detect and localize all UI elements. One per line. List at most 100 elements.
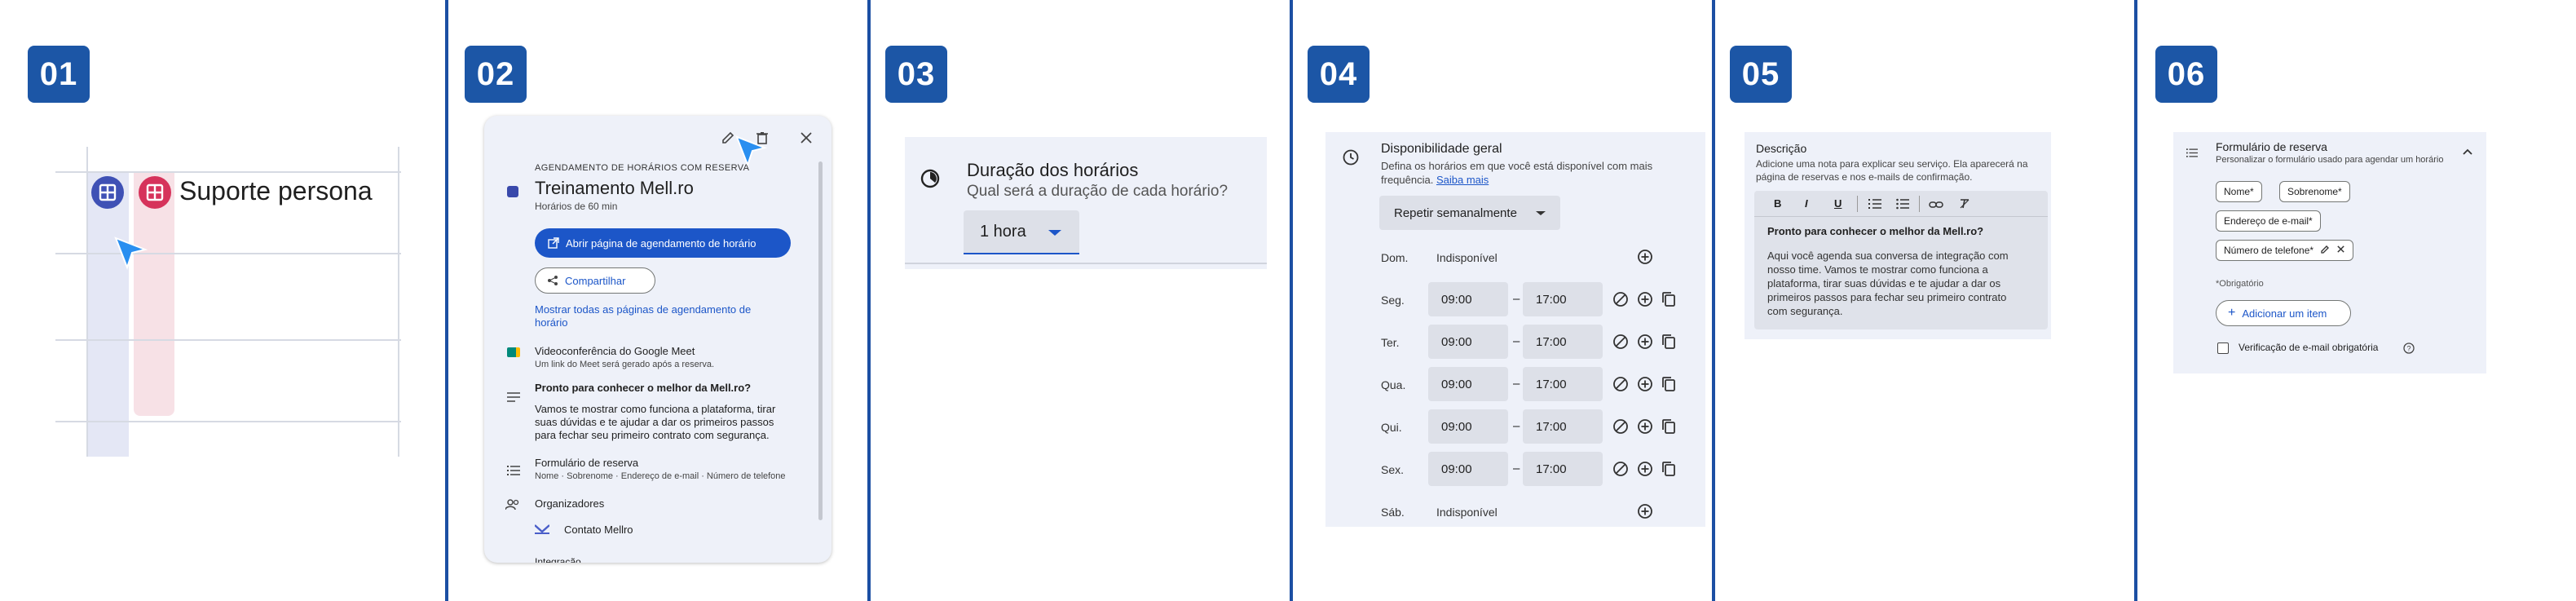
- day-label: Ter.: [1381, 336, 1400, 349]
- chip-label: Número de telefone*: [2224, 245, 2314, 256]
- verify-email-checkbox[interactable]: [2217, 342, 2229, 354]
- description-section: Descrição Adicione uma nota para explica…: [1745, 132, 2051, 339]
- form-field-chip[interactable]: Sobrenome*: [2279, 181, 2350, 202]
- start-time-input[interactable]: 09:00: [1428, 409, 1508, 444]
- copy-icon[interactable]: [1661, 418, 1676, 439]
- add-time-icon[interactable]: [1637, 291, 1653, 312]
- day-label: Sex.: [1381, 463, 1405, 476]
- italic-button[interactable]: I: [1805, 197, 1808, 210]
- repeat-select-value: Repetir semanalmente: [1394, 205, 1517, 220]
- time-range-dash: –: [1513, 462, 1520, 475]
- description-editor[interactable]: B I U Pronto para conhecer o melhor da M…: [1754, 191, 2048, 329]
- learn-more-link[interactable]: Saiba mais: [1436, 174, 1489, 186]
- edit-icon[interactable]: [2320, 245, 2330, 257]
- add-time-icon[interactable]: [1637, 376, 1653, 396]
- start-time-input[interactable]: 09:00: [1428, 325, 1508, 359]
- duration-icon: [920, 168, 941, 193]
- add-time-icon[interactable]: [1637, 461, 1653, 481]
- start-time-input[interactable]: 09:00: [1428, 452, 1508, 486]
- end-time-input[interactable]: 17:00: [1523, 452, 1603, 486]
- share-button[interactable]: Compartilhar: [535, 267, 655, 294]
- day-row: Seg. 09:00–17:00: [1325, 282, 1705, 318]
- numbered-list-icon[interactable]: [1868, 198, 1881, 214]
- share-label: Compartilhar: [565, 274, 626, 287]
- day-row: Ter. 09:00–17:00: [1325, 325, 1705, 360]
- show-all-pages-link-cont[interactable]: horário: [535, 316, 567, 329]
- day-row: Sáb. Indisponível: [1325, 494, 1705, 527]
- booking-form-section: Formulário de reserva Personalizar o for…: [2173, 132, 2486, 373]
- copy-icon[interactable]: [1661, 461, 1676, 481]
- underline-button[interactable]: U: [1834, 197, 1842, 210]
- unavailable-icon[interactable]: [1612, 418, 1629, 439]
- end-time-input[interactable]: 17:00: [1523, 325, 1603, 359]
- booking-form-subtitle: Personalizar o formulário usado para age…: [2216, 155, 2444, 165]
- open-booking-page-button[interactable]: Abrir página de agendamento de horário: [535, 228, 791, 258]
- end-time-input[interactable]: 17:00: [1523, 409, 1603, 444]
- clock-icon: [1342, 148, 1360, 170]
- copy-icon[interactable]: [1661, 291, 1676, 312]
- bold-button[interactable]: B: [1774, 197, 1781, 210]
- description-icon: [507, 391, 520, 406]
- appointment-schedule-icon[interactable]: [139, 176, 171, 209]
- start-time-input[interactable]: 09:00: [1428, 282, 1508, 316]
- svg-text:?: ?: [2406, 345, 2411, 353]
- meet-subtitle: Um link do Meet será gerado após a reser…: [535, 360, 715, 369]
- add-item-button[interactable]: + Adicionar um item: [2216, 300, 2351, 326]
- unavailable-icon[interactable]: [1612, 376, 1629, 396]
- form-field-chip[interactable]: Endereço de e-mail*: [2216, 210, 2321, 232]
- unavailable-icon[interactable]: [1612, 461, 1629, 481]
- availability-desc-end: frequência.: [1381, 174, 1434, 186]
- form-field-chip[interactable]: Número de telefone*: [2216, 240, 2354, 261]
- step-badge: 02: [465, 46, 527, 103]
- cursor-icon: [112, 235, 148, 275]
- start-time-input[interactable]: 09:00: [1428, 367, 1508, 401]
- panel-divider: [2134, 0, 2137, 601]
- organizers-icon: [505, 499, 520, 515]
- bulleted-list-icon[interactable]: [1896, 198, 1909, 214]
- appointment-title: Treinamento Mell.ro: [535, 178, 694, 198]
- cut-off-label: Integração: [535, 556, 581, 563]
- unavailable-icon[interactable]: [1612, 334, 1629, 354]
- chevron-up-icon[interactable]: [2462, 145, 2473, 160]
- close-icon[interactable]: [2336, 245, 2345, 256]
- add-time-icon[interactable]: [1637, 503, 1653, 524]
- meet-title: Videoconferência do Google Meet: [535, 345, 695, 357]
- availability-desc: Defina os horários em que você está disp…: [1381, 160, 1653, 172]
- clear-format-icon[interactable]: [1958, 197, 1971, 214]
- step-badge: 04: [1308, 46, 1370, 103]
- repeat-select[interactable]: Repetir semanalmente: [1379, 196, 1560, 230]
- tutorial-strip: 01 02 03 04 05 06 Suporte persona AGENDA…: [0, 0, 2576, 601]
- day-row: Qui. 09:00–17:00: [1325, 409, 1705, 445]
- end-time-input[interactable]: 17:00: [1523, 367, 1603, 401]
- form-title: Formulário de reserva: [535, 457, 639, 469]
- grid-line: [55, 421, 401, 422]
- copy-icon[interactable]: [1661, 376, 1676, 396]
- link-icon[interactable]: [1929, 199, 1943, 214]
- calendar-color-dot: [507, 186, 518, 197]
- close-icon[interactable]: [799, 130, 814, 149]
- show-all-pages-link[interactable]: Mostrar todas as páginas de agendamento …: [535, 303, 751, 316]
- panel-divider: [1290, 0, 1293, 601]
- grid-line: [86, 147, 88, 457]
- scrollbar[interactable]: [818, 161, 823, 520]
- add-time-icon[interactable]: [1637, 334, 1653, 354]
- form-field-chip[interactable]: Nome*: [2216, 181, 2262, 202]
- duration-select-value: 1 hora: [980, 222, 1026, 241]
- appointment-schedule-icon[interactable]: [91, 176, 124, 209]
- add-time-icon[interactable]: [1637, 418, 1653, 439]
- end-time-input[interactable]: 17:00: [1523, 282, 1603, 316]
- organizer-avatar: [534, 524, 550, 535]
- unavailable-icon[interactable]: [1612, 291, 1629, 312]
- copy-icon[interactable]: [1661, 334, 1676, 354]
- duration-select[interactable]: 1 hora: [964, 210, 1079, 254]
- add-time-icon[interactable]: [1637, 249, 1653, 269]
- editor-line: com segurança.: [1767, 305, 1843, 317]
- appointment-details-popup: AGENDAMENTO DE HORÁRIOS COM RESERVA Trei…: [484, 116, 831, 563]
- dropdown-arrow-icon: [1048, 230, 1061, 236]
- calendar-event-column[interactable]: [86, 171, 129, 457]
- panel-divider: [445, 0, 448, 601]
- help-icon[interactable]: ?: [2403, 342, 2415, 358]
- availability-title: Disponibilidade geral: [1381, 142, 1502, 156]
- dropdown-arrow-icon: [1536, 211, 1546, 215]
- open-external-icon: [548, 237, 559, 249]
